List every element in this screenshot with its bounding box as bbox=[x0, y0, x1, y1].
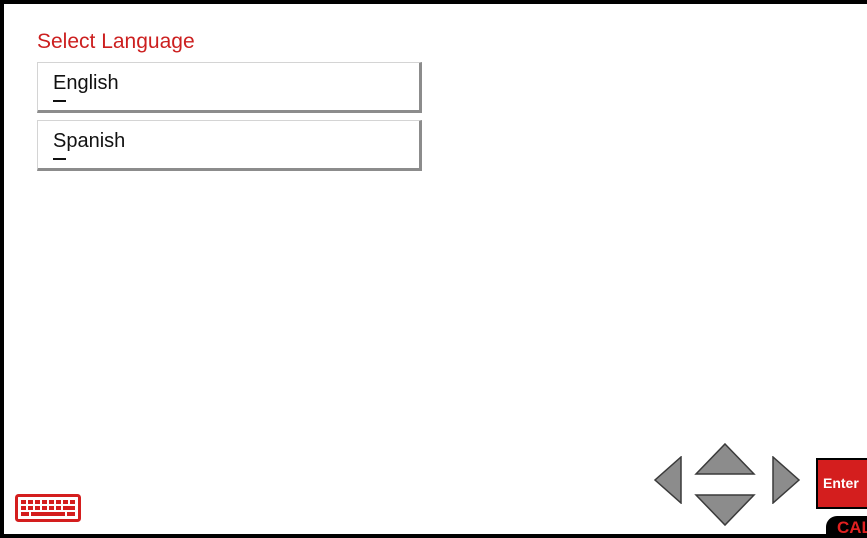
keyboard-icon[interactable] bbox=[15, 494, 81, 527]
arrow-up-icon[interactable] bbox=[694, 442, 756, 481]
english-button[interactable]: English bbox=[37, 62, 422, 113]
cal-button[interactable]: CAL bbox=[826, 516, 867, 538]
mnemonic-underline bbox=[53, 100, 66, 102]
enter-button[interactable]: Enter bbox=[816, 458, 867, 509]
spanish-button[interactable]: Spanish bbox=[37, 120, 422, 171]
arrow-down-icon[interactable] bbox=[694, 493, 756, 532]
spanish-label: Spanish bbox=[53, 130, 126, 152]
arrow-left-icon[interactable] bbox=[653, 455, 683, 509]
cal-label: CAL bbox=[837, 518, 867, 537]
english-label: English bbox=[53, 72, 119, 94]
arrow-right-icon[interactable] bbox=[771, 455, 801, 509]
mnemonic-underline bbox=[53, 158, 66, 160]
page-title: Select Language bbox=[37, 30, 195, 53]
